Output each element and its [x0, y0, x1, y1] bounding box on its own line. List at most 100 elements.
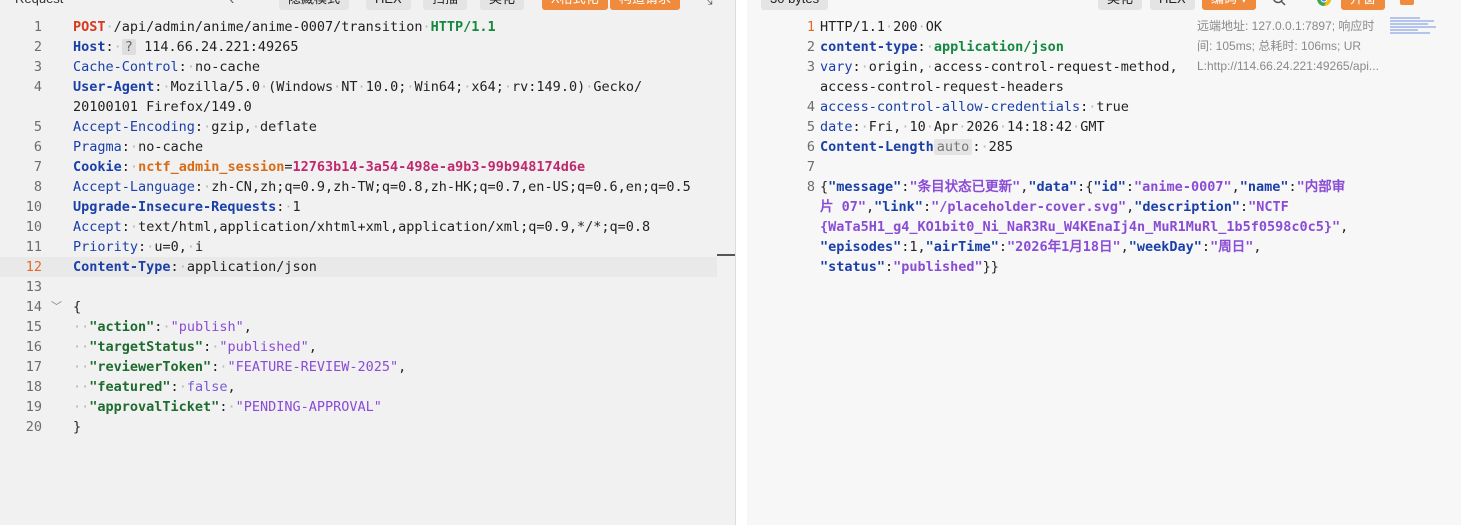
minimap-line: [1390, 26, 1436, 28]
json-value: "/placeholder-cover.svg": [931, 199, 1127, 215]
json-punct: :: [998, 239, 1007, 255]
line-content: {"message":"条目状态已更新","data":{"id":"anime…: [820, 177, 1345, 197]
json-key: "featured": [89, 379, 171, 395]
fold-chevron-icon[interactable]: ﹀: [51, 297, 62, 317]
request-line[interactable]: 13: [0, 277, 735, 297]
request-pane: Request ‹ 隐藏模式 HEX 扫描 美化 X格式化 构造请求 ⤡ 1 PO…: [0, 0, 735, 525]
whitespace-marker: ·: [998, 119, 1008, 135]
request-line[interactable]: 17 ··"reviewerToken":·"FEATURE-REVIEW-202…: [0, 357, 735, 377]
line-number: 4: [806, 99, 815, 115]
header-name: access-control-allow-credentials: [820, 99, 1081, 115]
line-content: HTTP/1.1·200·OK: [820, 17, 942, 37]
request-line[interactable]: 2 Host:·? 114.66.24.221:49265: [0, 37, 735, 57]
line-content: 20100101 Firefox/149.0: [73, 97, 252, 117]
request-line[interactable]: 20}: [0, 417, 735, 437]
request-line[interactable]: 7 Cookie:·nctf_admin_session=12763b14-3a5…: [0, 157, 735, 177]
request-line[interactable]: 5 Accept-Encoding:·gzip,·deflate: [0, 117, 735, 137]
line-content: Accept-Language:·zh-CN,zh;q=0.9,zh-TW;q=…: [73, 177, 691, 197]
whitespace-marker: ·: [129, 219, 139, 235]
line-content: ··"targetStatus":·"published",: [73, 337, 317, 357]
response-line[interactable]: 7: [747, 157, 1461, 177]
request-line[interactable]: 11 Priority:·u=0,·i: [0, 237, 735, 257]
line-content: date:·Fri,·10·Apr·2026·14:18:42·GMT: [820, 117, 1105, 137]
request-line[interactable]: 8 Accept-Language:·zh-CN,zh;q=0.9,zh-TW;q…: [0, 177, 735, 197]
pane-divider[interactable]: [735, 0, 747, 525]
json-key: "name": [1239, 179, 1289, 195]
minimap-line: [1390, 23, 1428, 25]
json-key: "link": [874, 199, 923, 215]
json-key: "id": [1093, 179, 1126, 195]
whitespace-marker: ·: [113, 39, 122, 55]
response-info-tooltip: 远端地址: 127.0.0.1:7897; 响应时 间: 105ms; 总耗时:…: [1197, 16, 1387, 76]
json-punct: :: [1288, 179, 1297, 195]
search-icon[interactable]: [1269, 0, 1289, 10]
header-name: User-Agent: [73, 79, 155, 95]
response-hex-button[interactable]: HEX: [1150, 0, 1195, 10]
request-line[interactable]: 1 POST·/api/admin/anime/anime-0007/transi…: [0, 17, 735, 37]
request-line[interactable]: 12 Content-Type:·application/json: [0, 257, 735, 277]
expand-icon[interactable]: ⤡: [697, 0, 717, 10]
request-line[interactable]: 10 Accept:·text/html,application/xhtml+xm…: [0, 217, 735, 237]
json-punct: :: [1125, 179, 1135, 195]
response-minimap[interactable]: [1390, 17, 1440, 43]
line-number: 3: [33, 59, 42, 75]
response-line[interactable]: {WaTa5H1_g4_KO1bit0_Ni_NaR3Ru_W4KEnaIj4n…: [747, 217, 1461, 237]
request-line[interactable]: 4 User-Agent:·Mozilla/5.0·(Windows·NT·10.…: [0, 77, 735, 97]
line-number: 7: [33, 159, 42, 175]
line-content: {WaTa5H1_g4_KO1bit0_Ni_NaR3Ru_W4KEnaIj4n…: [820, 217, 1348, 237]
request-editor[interactable]: 1 POST·/api/admin/anime/anime-0007/transi…: [0, 17, 735, 437]
json-punct: ,: [866, 199, 875, 215]
beautify-button[interactable]: 美化: [480, 0, 525, 10]
request-title: Request: [6, 0, 72, 10]
request-line[interactable]: 14 ﹀ {: [0, 297, 735, 317]
header-value: zh-CN,zh;q=0.9,zh-TW;q=0.8,zh-HK;q=0.7,e…: [211, 179, 691, 195]
plugin-icon[interactable]: [1397, 0, 1417, 10]
response-line[interactable]: access-control-request-headers: [747, 77, 1461, 97]
json-brace: {: [73, 299, 82, 315]
whitespace-marker: ·: [503, 79, 513, 95]
minimap-line: [1390, 32, 1430, 34]
encoding-dropdown[interactable]: 编码 ▾: [1202, 0, 1257, 10]
format-button[interactable]: X格式化: [542, 0, 608, 10]
hint-chip: ?: [121, 39, 136, 55]
json-brace: }: [73, 419, 82, 435]
response-line[interactable]: 4 access-control-allow-credentials:·true: [747, 97, 1461, 117]
header-value: true: [1096, 99, 1129, 115]
whitespace-marker: ·: [1072, 119, 1081, 135]
open-window-button[interactable]: 开窗: [1341, 0, 1386, 10]
hex-button[interactable]: HEX: [366, 0, 411, 10]
request-line[interactable]: 16 ··"targetStatus":·"published",: [0, 337, 735, 357]
header-value: 10.0;: [365, 79, 407, 95]
request-line[interactable]: 10 Upgrade-Insecure-Requests:·1: [0, 197, 735, 217]
request-path: /api/admin/anime/anime-0007/transition: [113, 19, 423, 35]
response-beautify-button[interactable]: 美化: [1098, 0, 1143, 10]
json-punct: :1,: [901, 239, 926, 255]
request-line[interactable]: 3 Cache-Control:·no-cache: [0, 57, 735, 77]
response-line[interactable]: "status":"published"}}: [747, 257, 1461, 277]
hide-mode-button[interactable]: 隐藏模式: [279, 0, 350, 10]
response-line[interactable]: 8 {"message":"条目状态已更新","data":{"id":"anim…: [747, 177, 1461, 197]
line-content: Pragma:·no-cache: [73, 137, 203, 157]
response-line[interactable]: 6 Content-Length auto:·285: [747, 137, 1461, 157]
request-toolbar: Request ‹ 隐藏模式 HEX 扫描 美化 X格式化 构造请求 ⤡: [0, 0, 735, 10]
request-line[interactable]: 6 Pragma:·no-cache: [0, 137, 735, 157]
response-line[interactable]: "episodes":1,"airTime":"2026年1月18日","wee…: [747, 237, 1461, 257]
line-number: 2: [33, 39, 42, 55]
request-line[interactable]: 19 ··"approvalTicket":·"PENDING-APPROVAL": [0, 397, 735, 417]
prev-icon[interactable]: ‹: [222, 0, 242, 10]
colon: :: [1080, 99, 1089, 115]
line-content: Accept-Encoding:·gzip,·deflate: [73, 117, 317, 137]
http-version: HTTP/1.1: [430, 19, 496, 35]
build-request-button[interactable]: 构造请求: [610, 0, 681, 10]
scan-button[interactable]: 扫描: [423, 0, 468, 10]
json-comma: ,: [398, 359, 407, 375]
request-scrollbar[interactable]: [717, 0, 735, 525]
line-content: "status":"published"}}: [820, 257, 999, 277]
header-value: deflate: [259, 119, 317, 135]
request-line[interactable]: 18 ··"featured":·false,: [0, 377, 735, 397]
request-line[interactable]: 20100101 Firefox/149.0: [0, 97, 735, 117]
chrome-icon[interactable]: [1314, 0, 1334, 10]
response-line[interactable]: 片 07","link":"/placeholder-cover.svg","d…: [747, 197, 1461, 217]
response-line[interactable]: 5 date:·Fri,·10·Apr·2026·14:18:42·GMT: [747, 117, 1461, 137]
request-line[interactable]: 15 ··"action":·"publish",: [0, 317, 735, 337]
